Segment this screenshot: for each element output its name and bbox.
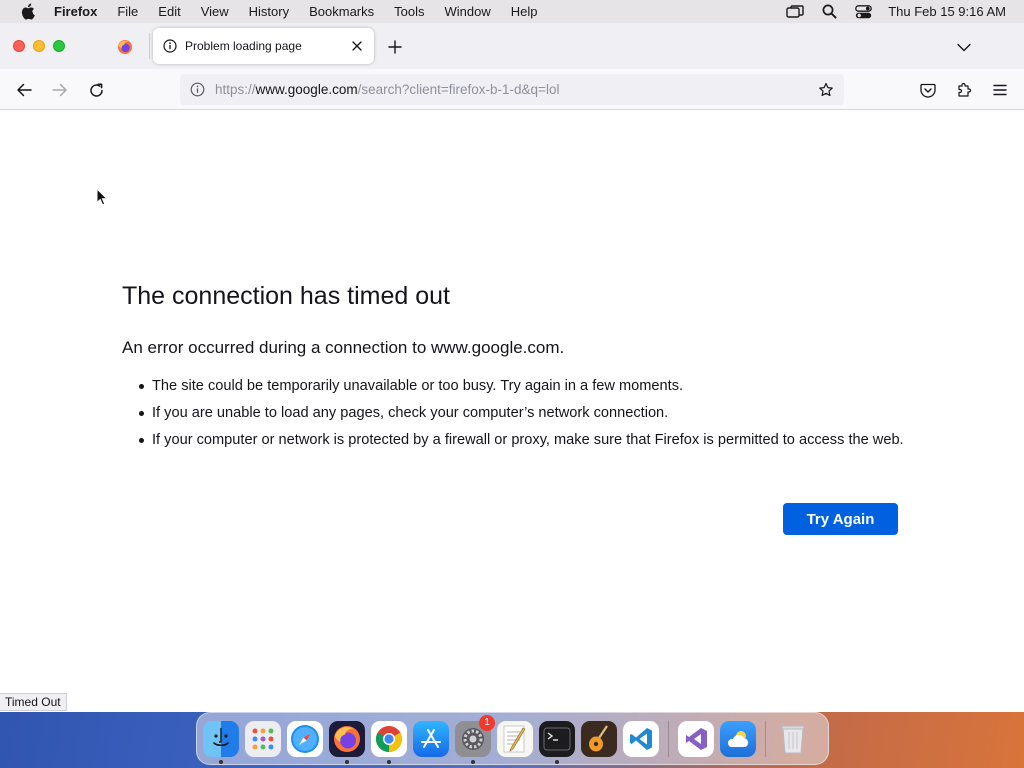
url-prefix: https:// (215, 82, 256, 97)
menu-app-firefox[interactable]: Firefox (54, 0, 107, 23)
tab-title: Problem loading page (185, 39, 302, 53)
tab-bar: Problem loading page (0, 23, 1024, 69)
menu-bookmarks[interactable]: Bookmarks (299, 0, 384, 23)
error-suggestion: If you are unable to load any pages, che… (136, 404, 906, 423)
error-suggestion: The site could be temporarily unavailabl… (136, 377, 906, 396)
vscode-icon[interactable] (623, 720, 659, 757)
tab-problem-loading-page[interactable]: Problem loading page (153, 28, 374, 64)
minimize-window-button[interactable] (33, 40, 45, 52)
garageband-guitar-icon[interactable] (581, 720, 617, 757)
launchpad-icon[interactable] (245, 720, 281, 757)
site-info-icon[interactable] (187, 80, 207, 100)
forward-arrow-icon[interactable] (47, 77, 73, 103)
running-indicator (471, 759, 475, 764)
url-host: www.google.com (255, 82, 358, 97)
tab-separator (149, 33, 150, 59)
menu-help[interactable]: Help (501, 0, 548, 23)
firefox-app-icon[interactable] (329, 720, 365, 764)
dock-separator (765, 720, 766, 757)
url-text[interactable]: https://www.google.com/search?client=fir… (215, 82, 814, 97)
weather-icon[interactable] (720, 720, 756, 757)
dock: 1 (196, 712, 829, 765)
firefox-window: Problem loading page https://www.google.… (0, 23, 1024, 712)
safari-icon[interactable] (287, 720, 323, 757)
bookmark-star-icon[interactable] (814, 78, 838, 102)
back-arrow-icon[interactable] (11, 77, 37, 103)
new-tab-icon[interactable] (383, 35, 407, 59)
finder-icon[interactable] (203, 720, 239, 764)
menu-view[interactable]: View (191, 0, 239, 23)
window-controls (13, 40, 65, 52)
url-path: /search?client=firefox-b-1-d&q=lol (357, 82, 560, 97)
firefox-icon (118, 40, 132, 54)
hamburger-menu-icon[interactable] (987, 77, 1013, 103)
close-window-button[interactable] (13, 40, 25, 52)
error-description: An error occurred during a connection to… (122, 338, 565, 357)
url-bar[interactable]: https://www.google.com/search?client=fir… (180, 74, 844, 105)
pocket-icon[interactable] (915, 77, 941, 103)
reload-icon[interactable] (83, 77, 109, 103)
running-indicator (345, 759, 349, 764)
error-suggestions-list: The site could be temporarily unavailabl… (136, 377, 906, 458)
spotlight-search-icon[interactable] (812, 0, 846, 23)
pinned-tab-firefox[interactable] (110, 34, 140, 60)
page-content: The connection has timed out An error oc… (0, 110, 1024, 712)
error-title: The connection has timed out (122, 282, 450, 310)
navigation-toolbar: https://www.google.com/search?client=fir… (0, 69, 1024, 110)
trash-icon[interactable] (775, 721, 811, 757)
running-indicator (219, 759, 223, 764)
textedit-icon[interactable] (497, 720, 533, 757)
menu-edit[interactable]: Edit (148, 0, 190, 23)
apple-icon[interactable] (18, 3, 36, 21)
dock-separator (668, 720, 669, 757)
chrome-icon[interactable] (371, 720, 407, 764)
menu-tools[interactable]: Tools (384, 0, 434, 23)
screen-mirroring-icon[interactable] (778, 0, 812, 23)
system-settings-gear-icon[interactable]: 1 (455, 714, 495, 764)
try-again-button[interactable]: Try Again (783, 503, 898, 535)
list-all-tabs-chevron-down-icon[interactable] (952, 35, 976, 59)
running-indicator (387, 759, 391, 764)
close-tab-icon[interactable] (346, 35, 368, 57)
status-tooltip: Timed Out (0, 693, 67, 711)
menu-history[interactable]: History (239, 0, 299, 23)
menu-file[interactable]: File (107, 0, 148, 23)
menu-window[interactable]: Window (435, 0, 501, 23)
info-icon (162, 38, 178, 54)
zoom-window-button[interactable] (53, 40, 65, 52)
notification-badge: 1 (479, 714, 495, 731)
mouse-cursor-icon (96, 188, 108, 206)
menubar-clock[interactable]: Thu Feb 15 9:16 AM (880, 4, 1024, 19)
error-suggestion: If your computer or network is protected… (136, 431, 906, 450)
extensions-puzzle-icon[interactable] (951, 77, 977, 103)
control-center-icon[interactable] (846, 0, 880, 23)
running-indicator (555, 759, 559, 764)
visual-studio-icon[interactable] (678, 720, 714, 757)
terminal-icon[interactable] (539, 720, 575, 764)
menu-bar: Firefox File Edit View History Bookmarks… (0, 0, 1024, 23)
menubar-status-area: Thu Feb 15 9:16 AM (778, 0, 1024, 23)
app-store-icon[interactable] (413, 720, 449, 757)
